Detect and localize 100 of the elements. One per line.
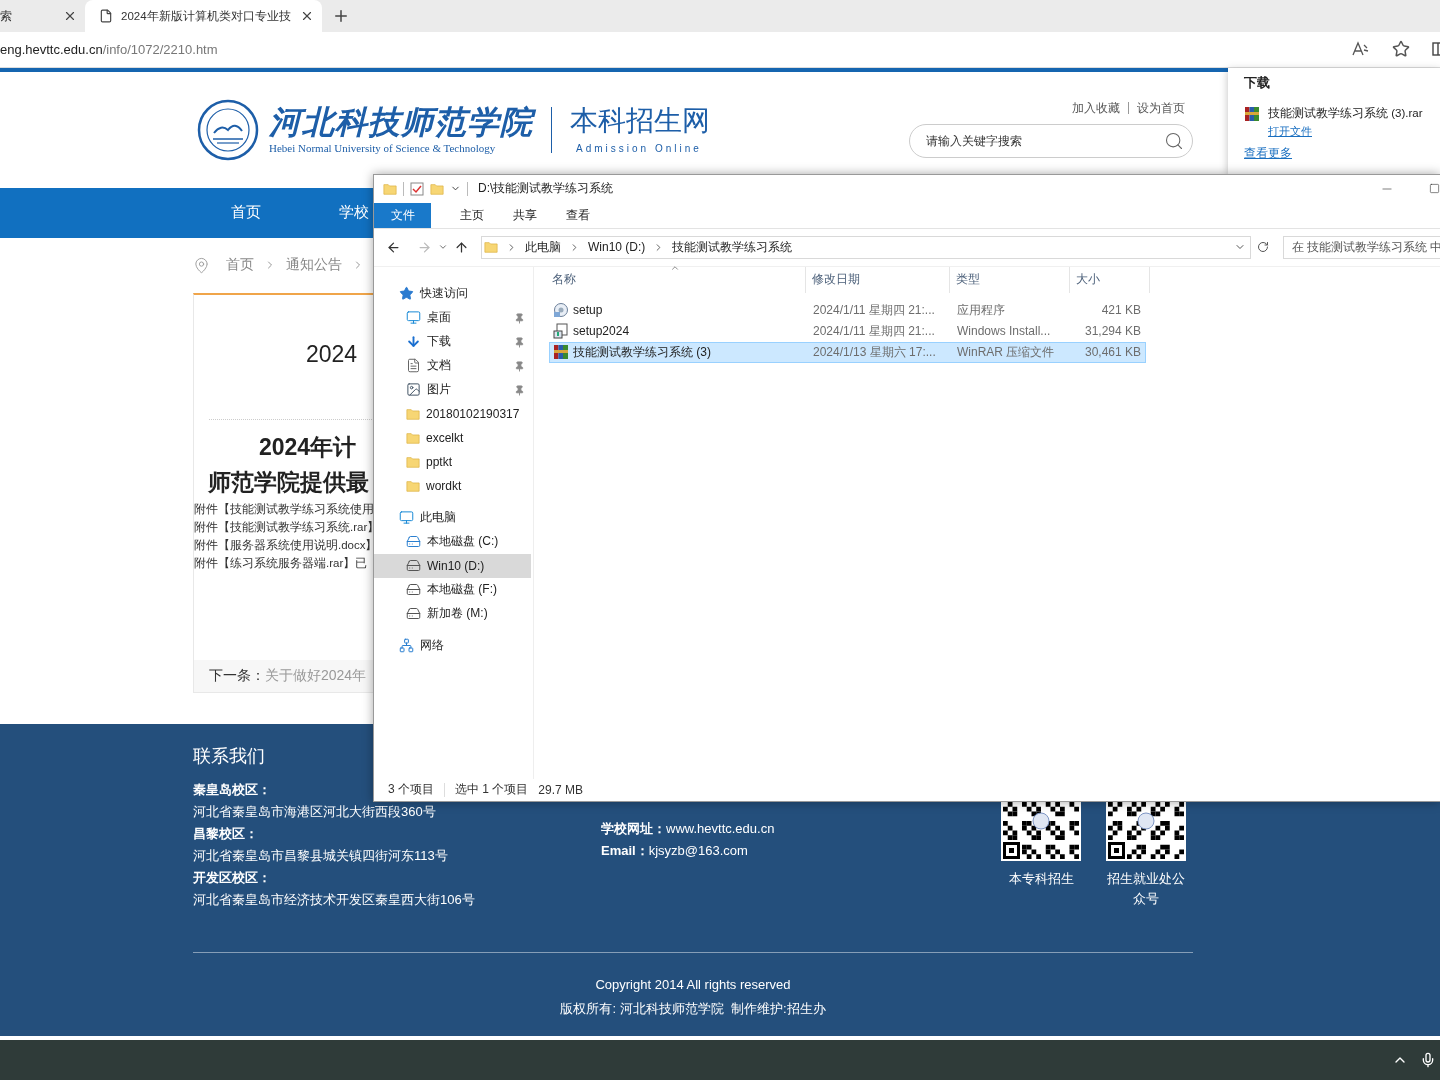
path-segment[interactable]: Win10 (D:) [588,240,646,255]
desktop-icon [406,310,421,326]
header-link[interactable]: 加入收藏 [1064,101,1128,114]
refresh-icon[interactable] [1257,241,1269,254]
browser-tab[interactable]: 索 [0,0,85,32]
nav-link[interactable]: 首页 [231,203,261,223]
close-tab-icon[interactable] [300,9,314,23]
ribbon-tab[interactable]: 共享 [498,202,551,228]
search-icon[interactable] [1164,130,1184,151]
university-name-english: Hebei Normal University of Science & Technology [269,142,497,155]
folder-icon [383,181,397,196]
maximize-icon[interactable] [1429,183,1440,195]
new-tab-icon[interactable] [332,7,350,25]
article-heading: 师范学院提供最 [208,467,369,497]
selection-count: 选中 1 个项目 [455,781,529,799]
up-icon[interactable] [454,239,469,255]
back-icon[interactable] [386,239,401,255]
folder-icon [406,454,420,469]
nav-item[interactable]: 图片 [374,377,531,402]
qr-caption: 招生就业处公众号 [1106,869,1186,908]
address-field[interactable]: 此电脑 Win10 (D:) 技能测试教学练习系统 [481,235,1251,259]
file-type: Windows Install... [957,324,1051,339]
document-icon [406,358,421,374]
search-input[interactable]: 请输入关键字搜索 [924,132,1164,149]
system-drive-icon [406,534,421,550]
attachment-line: 附件【练习系统服务器端.rar】已 [194,555,368,571]
setup-program-icon [553,302,569,319]
page-icon [99,9,113,23]
pin-icon[interactable] [514,360,525,372]
close-tab-icon[interactable] [63,9,77,23]
nav-item[interactable]: 快速访问 [374,281,531,306]
see-more-link[interactable]: 查看更多 [1244,144,1440,162]
archive-books-icon [1244,105,1260,122]
open-file-link[interactable]: 打开文件 [1268,124,1312,137]
breadcrumb-link[interactable]: 通知公告 [286,256,342,275]
pin-icon[interactable] [514,312,525,324]
site-title: 本科招生网 [570,105,710,137]
file-name: 技能测试教学练习系统 (3) [573,343,711,361]
nav-item[interactable]: 网络 [374,633,531,658]
file-size: 421 KB [1101,303,1141,318]
read-aloud-icon[interactable] [1352,41,1370,58]
favorite-star-icon[interactable] [1392,40,1410,59]
file-row[interactable]: setup 2024/1/11 星期四 21:... 应用程序 421 KB [549,299,1146,321]
article-heading: 2024年计 [259,432,357,462]
folder-search-field[interactable]: 在 技能测试教学练习系统 中 [1283,235,1440,259]
nav-item[interactable]: 新加卷 (M:) [374,601,531,626]
qr-caption: 本专科招生 [1008,869,1074,888]
location-pin-icon [193,256,210,274]
column-header[interactable]: 名称 [546,266,806,293]
download-file-name: 技能测试教学练习系统 (3).rar [1268,105,1423,121]
nav-item[interactable]: 下载 [374,329,531,354]
file-row[interactable]: 技能测试教学练习系统 (3) 2024/1/13 星期六 17:... WinRAR 压缩文件 30,461 KB [549,341,1146,363]
contact-label: Email： [601,842,649,858]
properties-icon[interactable] [410,181,424,196]
archive-books-icon [553,344,569,361]
nav-item[interactable]: 本地磁盘 (F:) [374,577,531,602]
search-input[interactable]: 在 技能测试教学练习系统 中 [1292,241,1440,254]
site-subtitle: Admission Online [575,142,703,154]
contact-value: kjsyzb@163.com [648,842,748,858]
folder-icon [406,430,420,445]
pin-icon[interactable] [514,384,525,396]
ribbon-tab[interactable]: 文件 [374,202,431,228]
file-size: 30,461 KB [1084,345,1141,360]
campus-name: 秦皇岛校区： [193,781,271,797]
contact-label: 学校网址： [601,820,666,836]
path-segment[interactable]: 此电脑 [525,238,561,256]
nav-item[interactable]: wordkt [374,473,531,498]
column-header[interactable]: 修改日期 [806,266,950,293]
nav-item[interactable]: 桌面 [374,305,531,330]
file-size: 31,294 KB [1084,324,1141,339]
address-url[interactable]: eng.hevttc.edu.cn/info/1072/2210.htm [0,41,1352,57]
nav-item[interactable]: 20180102190317 [374,401,531,426]
nav-item[interactable]: Win10 (D:) [374,553,531,578]
file-type: WinRAR 压缩文件 [957,343,1055,361]
ribbon-tab[interactable]: 查看 [551,202,604,228]
file-row[interactable]: setup2024 2024/1/11 星期四 21:... Windows Install... 31,294 KB [549,320,1146,342]
file-name: setup [573,303,603,318]
nav-item[interactable]: excelkt [374,425,531,450]
pin-icon[interactable] [514,336,525,348]
header-link[interactable]: 设为首页 [1128,101,1193,114]
path-segment[interactable]: 技能测试教学练习系统 [672,238,793,256]
microphone-icon[interactable] [1420,1052,1436,1069]
article-title: 2024 [306,339,358,369]
breadcrumb-link[interactable]: 首页 [226,256,254,275]
column-header[interactable]: 类型 [950,266,1070,293]
column-header[interactable]: 大小 [1070,266,1150,293]
file-date: 2024/1/11 星期四 21:... [813,301,935,319]
file-type: 应用程序 [957,301,1005,319]
drive-icon [406,606,421,622]
file-date: 2024/1/13 星期六 17:... [813,343,936,361]
drive-icon [406,582,421,598]
picture-icon [406,382,421,398]
logo-emblem-icon [197,98,259,161]
nav-link[interactable]: 学校 [339,203,369,223]
nav-item[interactable]: pptkt [374,449,531,474]
nav-item[interactable]: 文档 [374,353,531,378]
ribbon-tab[interactable]: 主页 [445,202,498,228]
browser-tab[interactable]: 2024年新版计算机类对口专业技 [85,0,322,32]
folder-icon [406,478,420,493]
download-arrow-icon [406,334,421,350]
